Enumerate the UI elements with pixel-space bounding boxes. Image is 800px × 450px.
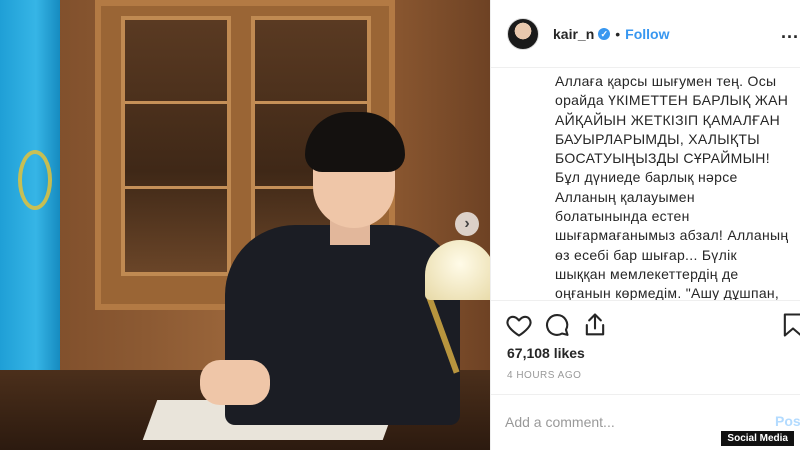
post-photo[interactable]	[0, 0, 490, 450]
more-options-icon[interactable]: ...	[781, 22, 799, 43]
heart-icon[interactable]	[505, 311, 533, 339]
likes-count[interactable]: 67,108 likes	[507, 345, 585, 361]
photo-lamp	[425, 240, 490, 300]
photo-flag	[0, 0, 60, 370]
separator-dot: •	[615, 25, 621, 42]
follow-button[interactable]: Follow	[625, 26, 669, 42]
watermark-label: Social Media	[721, 431, 794, 446]
post-comment-button[interactable]: Post	[775, 413, 800, 429]
post-caption: Аллаға қарсы шығумен тең. Осы орайда ҮКІ…	[555, 73, 789, 300]
share-icon[interactable]	[581, 311, 609, 339]
action-bar	[491, 300, 800, 348]
chevron-right-icon[interactable]: ›	[455, 212, 479, 236]
comment-input[interactable]	[505, 409, 745, 435]
bookmark-icon[interactable]	[779, 311, 800, 339]
post-timestamp[interactable]: 4 HOURS AGO	[507, 370, 581, 381]
post-panel: kair_n ✓ • Follow ... Аллаға қарсы шығум…	[490, 0, 800, 450]
post-header: kair_n ✓ • Follow ...	[491, 0, 800, 68]
comment-icon[interactable]	[543, 311, 571, 339]
username-link[interactable]: kair_n	[553, 26, 594, 42]
verified-badge-icon: ✓	[598, 27, 611, 40]
avatar[interactable]	[507, 17, 539, 50]
